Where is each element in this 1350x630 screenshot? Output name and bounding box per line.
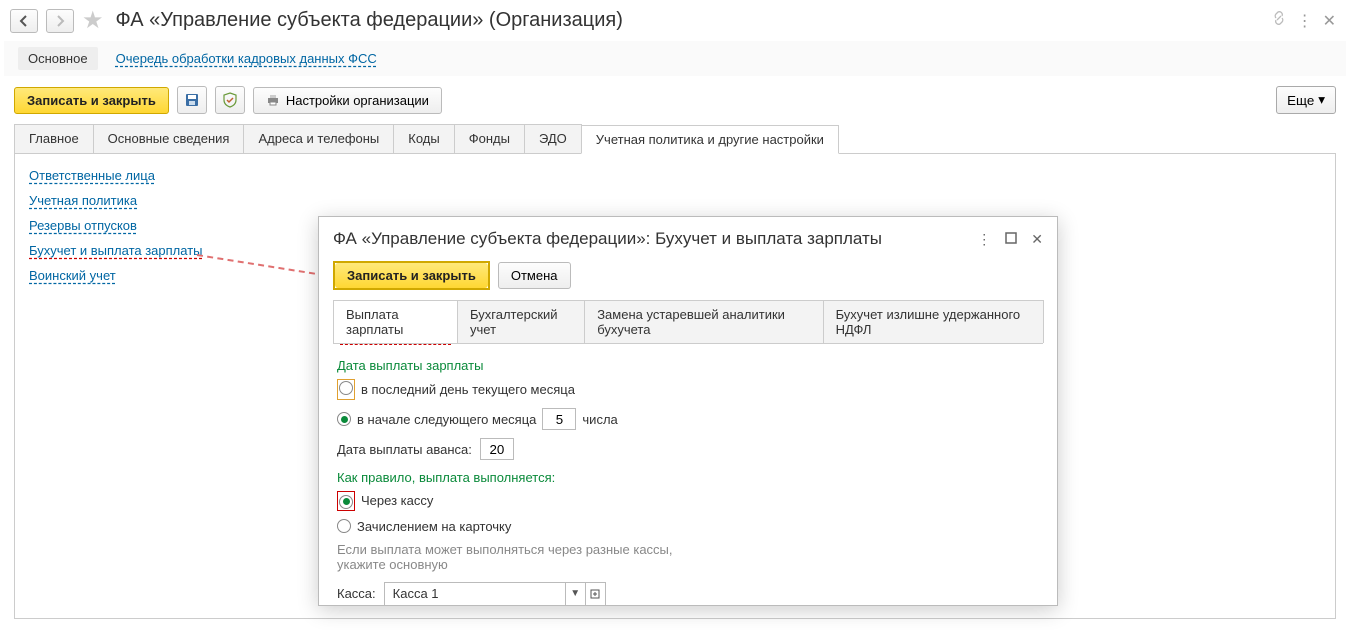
dialog-tab-salary[interactable]: Выплата зарплаты bbox=[333, 300, 458, 343]
radio-last-day[interactable] bbox=[339, 381, 353, 395]
day-suffix: числа bbox=[582, 412, 617, 427]
arrow-right-icon bbox=[54, 15, 66, 27]
dialog-accounting: ФА «Управление субъекта федерации»: Буху… bbox=[318, 216, 1058, 606]
printer-icon bbox=[266, 93, 280, 107]
more-button[interactable]: Еще ▾ bbox=[1276, 86, 1336, 114]
more-label: Еще bbox=[1287, 93, 1314, 108]
dialog-tab-analytics[interactable]: Замена устаревшей аналитики бухучета bbox=[584, 300, 823, 343]
tab-addresses[interactable]: Адреса и телефоны bbox=[243, 124, 394, 153]
nav-back-button[interactable] bbox=[10, 9, 38, 33]
main-tabs: Главное Основные сведения Адреса и телеф… bbox=[14, 124, 1336, 154]
dialog-cancel-button[interactable]: Отмена bbox=[498, 262, 571, 289]
salary-date-group-label: Дата выплаты зарплаты bbox=[337, 358, 1039, 373]
tab-edo[interactable]: ЭДО bbox=[524, 124, 582, 153]
chevron-down-icon: ▾ bbox=[1318, 92, 1325, 108]
advance-label: Дата выплаты аванса: bbox=[337, 442, 472, 457]
close-icon[interactable]: ✕ bbox=[1323, 11, 1336, 31]
save-close-button[interactable]: Записать и закрыть bbox=[14, 87, 169, 114]
org-settings-button[interactable]: Настройки организации bbox=[253, 87, 442, 114]
tab-accounting-policy[interactable]: Учетная политика и другие настройки bbox=[581, 125, 839, 154]
tab-codes[interactable]: Коды bbox=[393, 124, 454, 153]
kassa-select[interactable]: Касса 1 ▼ bbox=[384, 582, 606, 606]
radio-via-kassa[interactable] bbox=[339, 495, 353, 509]
dialog-tab-accounting[interactable]: Бухгалтерский учет bbox=[457, 300, 585, 343]
org-settings-label: Настройки организации bbox=[286, 93, 429, 108]
link-icon[interactable] bbox=[1271, 10, 1287, 31]
tab-main[interactable]: Главное bbox=[14, 124, 94, 153]
link-policy[interactable]: Учетная политика bbox=[29, 193, 137, 208]
kassa-value: Касса 1 bbox=[385, 584, 565, 603]
save-button[interactable] bbox=[177, 86, 207, 114]
link-military[interactable]: Воинский учет bbox=[29, 268, 116, 283]
dialog-close-icon[interactable]: ✕ bbox=[1031, 231, 1043, 248]
method-group-label: Как правило, выплата выполняется: bbox=[337, 470, 1039, 485]
link-reserves[interactable]: Резервы отпусков bbox=[29, 218, 137, 233]
shield-icon bbox=[222, 92, 238, 108]
dialog-tab-ndfl[interactable]: Бухучет излишне удержанного НДФЛ bbox=[823, 300, 1044, 343]
radio-via-card[interactable] bbox=[337, 519, 351, 533]
tab-basic-info[interactable]: Основные сведения bbox=[93, 124, 245, 153]
dialog-title: ФА «Управление субъекта федерации»: Буху… bbox=[333, 229, 977, 249]
kassa-open-icon[interactable] bbox=[585, 582, 605, 606]
link-responsible[interactable]: Ответственные лица bbox=[29, 168, 155, 183]
callout-arrow bbox=[197, 254, 336, 278]
dialog-tabs: Выплата зарплаты Бухгалтерский учет Заме… bbox=[333, 300, 1043, 344]
nav-forward-button[interactable] bbox=[46, 9, 74, 33]
arrow-left-icon bbox=[18, 15, 30, 27]
radio-via-card-label: Зачислением на карточку bbox=[357, 519, 511, 534]
kassa-dropdown-icon[interactable]: ▼ bbox=[565, 582, 585, 606]
radio-via-kassa-label: Через кассу bbox=[361, 493, 433, 508]
kassa-hint: Если выплата может выполняться через раз… bbox=[337, 542, 677, 572]
kassa-label: Касса: bbox=[337, 586, 376, 601]
radio-next-month[interactable] bbox=[337, 412, 351, 426]
day-input[interactable] bbox=[542, 408, 576, 430]
radio-next-month-label: в начале следующего месяца bbox=[357, 412, 536, 427]
dialog-save-close-button[interactable]: Записать и закрыть bbox=[335, 263, 488, 288]
advance-input[interactable] bbox=[480, 438, 514, 460]
floppy-icon bbox=[185, 93, 199, 107]
reg-button[interactable] bbox=[215, 86, 245, 114]
subnav-queue-link[interactable]: Очередь обработки кадровых данных ФСС bbox=[116, 51, 377, 66]
tab-funds[interactable]: Фонды bbox=[454, 124, 525, 153]
link-accounting[interactable]: Бухучет и выплата зарплаты bbox=[29, 243, 203, 258]
subnav-main[interactable]: Основное bbox=[18, 47, 98, 70]
star-icon[interactable]: ★ bbox=[82, 6, 104, 35]
page-title: ФА «Управление субъекта федерации» (Орга… bbox=[116, 9, 623, 32]
dialog-kebab-icon[interactable]: ⋮ bbox=[977, 231, 991, 248]
radio-last-day-label: в последний день текущего месяца bbox=[361, 382, 575, 397]
dialog-maximize-icon[interactable] bbox=[1005, 231, 1017, 247]
kebab-icon[interactable]: ⋮ bbox=[1297, 11, 1313, 31]
